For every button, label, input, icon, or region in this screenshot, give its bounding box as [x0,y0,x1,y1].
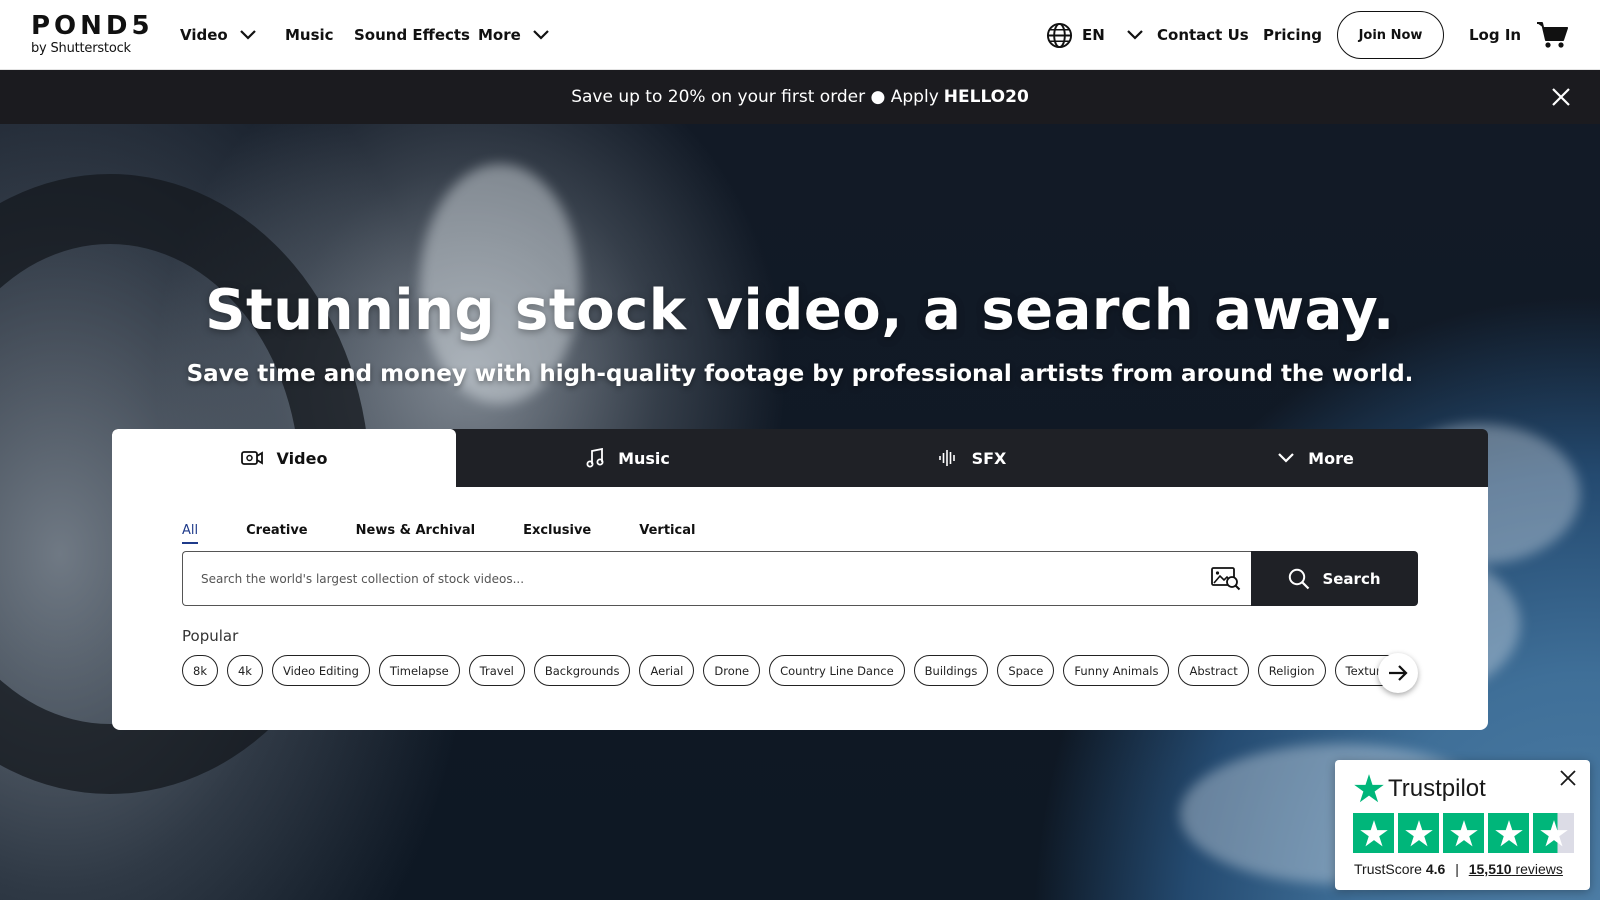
popular-chip[interactable]: Backgrounds [533,655,631,686]
popular-chip[interactable]: Drone [703,655,761,686]
promo-code: HELLO20 [943,87,1029,107]
search-filter-tabs: All Creative News & Archival Exclusive V… [182,523,743,544]
promo-banner: Save up to 20% on your first order ● App… [0,70,1600,124]
tab-video-label: Video [276,448,328,468]
search-button-label: Search [1322,569,1381,588]
logo-wordmark: POND5 [31,11,154,41]
tab-video[interactable]: Video [112,429,456,487]
search-icon [1289,568,1310,589]
popular-chip[interactable]: Country Line Dance [769,655,905,686]
language-selector[interactable]: EN [1046,0,1143,70]
tab-more-label: More [1308,448,1354,468]
search-panel: All Creative News & Archival Exclusive V… [112,487,1488,730]
subtab-vertical[interactable]: Vertical [639,523,695,544]
popular-chip[interactable]: Abstract [1178,655,1249,686]
contact-us-link[interactable]: Contact Us [1157,0,1249,70]
trustscore-separator: | [1455,861,1459,877]
tab-sfx-label: SFX [971,448,1007,468]
close-icon[interactable] [1550,86,1572,108]
promo-text: Save up to 20% on your first order ● App… [571,87,939,107]
subtab-exclusive[interactable]: Exclusive [523,523,591,544]
trustpilot-rating-stars [1353,813,1574,853]
nav-sound-effects-link[interactable]: Sound Effects [354,0,470,70]
cart-button[interactable] [1536,0,1568,70]
tab-sfx[interactable]: SFX [800,429,1144,487]
pricing-link[interactable]: Pricing [1263,0,1322,70]
logo-subtitle: by Shutterstock [31,41,131,56]
search-field [182,551,1251,606]
join-now-button[interactable]: Join Now [1337,11,1444,59]
trustscore-value: 4.6 [1425,861,1446,877]
reviews-link[interactable]: 15,510 reviews [1469,861,1563,877]
popular-chip[interactable]: Video Editing [271,655,370,686]
trustpilot-brand: Trustpilot [1388,774,1486,802]
popular-chip[interactable]: Religion [1257,655,1326,686]
nav-more-dropdown[interactable]: More [478,0,549,70]
trustpilot-widget[interactable]: Trustpilot TrustScore 4.6 | 15,510 revie… [1335,760,1590,890]
nav-video-label: Video [180,26,228,44]
rating-star-partial [1533,813,1574,853]
subtab-all[interactable]: All [182,523,199,544]
nav-video-dropdown[interactable]: Video [180,0,256,70]
chevron-down-icon [1127,30,1143,40]
chevron-down-icon [533,30,549,40]
media-type-tabs: Video Music SFX More [112,429,1488,487]
rating-star [1443,813,1484,853]
search-input[interactable] [201,552,1161,605]
close-icon[interactable] [1558,768,1578,788]
chips-next-button[interactable] [1378,653,1418,693]
nav-more-label: More [478,26,521,44]
popular-heading: Popular [182,627,239,645]
trustpilot-star-icon [1354,774,1384,803]
log-in-link[interactable]: Log In [1469,0,1521,70]
popular-chip[interactable]: 8k [182,655,218,686]
rating-star [1353,813,1394,853]
tab-more[interactable]: More [1144,429,1488,487]
search-button[interactable]: Search [1251,551,1418,606]
rating-star [1488,813,1529,853]
shopping-cart-icon [1537,22,1568,48]
popular-chip[interactable]: Space [997,655,1055,686]
rating-star [1398,813,1439,853]
language-code: EN [1082,26,1105,44]
hero-title: Stunning stock video, a search away. [205,278,1395,343]
nav-music-link[interactable]: Music [285,0,334,70]
arrow-right-icon [1389,665,1408,681]
popular-chip[interactable]: Buildings [913,655,989,686]
reviews-count: 15,510 [1468,861,1512,877]
video-camera-icon [240,451,263,465]
pond5-logo[interactable]: POND5 by Shutterstock [31,12,161,56]
popular-chip[interactable]: 4k [226,655,263,686]
popular-chip[interactable]: Funny Animals [1063,655,1170,686]
globe-icon [1046,22,1073,48]
popular-chips: 8k 4k Video Editing Timelapse Travel Bac… [182,655,1414,686]
subtab-creative[interactable]: Creative [246,523,308,544]
trustscore: TrustScore 4.6 | 15,510 reviews [1354,861,1563,877]
chevron-down-icon [239,30,256,40]
sound-wave-icon [938,450,955,466]
reviews-label: reviews [1515,861,1563,877]
popular-chip[interactable]: Timelapse [378,655,460,686]
hero-subtitle: Save time and money with high-quality fo… [186,361,1414,387]
tab-music-label: Music [618,448,670,468]
popular-chip[interactable]: Travel [468,655,525,686]
trustscore-label: TrustScore [1354,861,1422,877]
popular-chip[interactable]: Aerial [639,655,695,686]
image-search-icon[interactable] [1211,566,1241,592]
music-note-icon [586,448,604,468]
tab-music[interactable]: Music [456,429,800,487]
chevron-down-icon [1278,453,1294,463]
subtab-news-archival[interactable]: News & Archival [356,523,475,544]
trustpilot-logo: Trustpilot [1354,774,1486,803]
top-navigation: POND5 by Shutterstock Video Music Sound … [0,0,1600,70]
